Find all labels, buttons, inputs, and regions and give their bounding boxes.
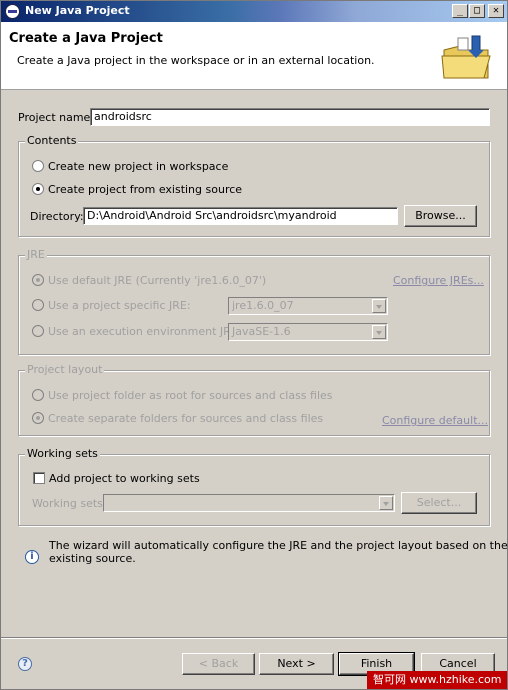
default-jre-radio[interactable] bbox=[32, 274, 44, 286]
execution-env-jre-label[interactable]: Use an execution environment JRE: bbox=[48, 325, 241, 338]
working-sets-combo[interactable] bbox=[103, 494, 395, 512]
add-to-working-sets-label[interactable]: Add project to working sets bbox=[49, 472, 200, 485]
back-button[interactable]: < Back bbox=[182, 653, 255, 675]
specific-jre-combo[interactable]: jre1.6.0_07 bbox=[228, 297, 388, 315]
chevron-down-icon[interactable] bbox=[379, 496, 393, 510]
default-jre-label[interactable]: Use default JRE (Currently 'jre1.6.0_07'… bbox=[48, 274, 266, 287]
chevron-down-icon[interactable] bbox=[372, 325, 386, 339]
minimize-button[interactable]: _ bbox=[452, 4, 468, 18]
specific-jre-value: jre1.6.0_07 bbox=[232, 299, 294, 312]
chevron-down-icon[interactable] bbox=[372, 299, 386, 313]
configure-default-link[interactable]: Configure default... bbox=[382, 414, 488, 427]
new-java-project-dialog: New Java Project _ □ ✕ Create a Java Pro… bbox=[0, 0, 508, 690]
maximize-button[interactable]: □ bbox=[469, 4, 485, 18]
jre-group-title: JRE bbox=[25, 248, 47, 261]
footer-separator bbox=[1, 637, 507, 639]
project-layout-group-title: Project layout bbox=[25, 363, 105, 376]
working-sets-group: Working sets bbox=[18, 447, 490, 526]
execution-env-value: JavaSE-1.6 bbox=[232, 325, 291, 338]
configure-jres-link[interactable]: Configure JREs... bbox=[393, 274, 484, 287]
specific-jre-label[interactable]: Use a project specific JRE: bbox=[48, 299, 191, 312]
close-button[interactable]: ✕ bbox=[488, 4, 504, 18]
execution-env-jre-radio[interactable] bbox=[32, 325, 44, 337]
execution-env-combo[interactable]: JavaSE-1.6 bbox=[228, 323, 388, 341]
browse-button[interactable]: Browse... bbox=[404, 205, 477, 227]
contents-group-title: Contents bbox=[25, 134, 79, 147]
directory-input[interactable]: D:\Android\Android Src\androidsrc\myandr… bbox=[83, 207, 398, 225]
next-button[interactable]: Next > bbox=[259, 653, 334, 675]
wizard-banner: Create a Java Project Create a Java proj… bbox=[1, 22, 507, 90]
add-to-working-sets-checkbox[interactable] bbox=[33, 472, 45, 484]
project-name-input[interactable]: androidsrc bbox=[90, 108, 490, 126]
eclipse-icon bbox=[5, 4, 20, 19]
title-bar[interactable]: New Java Project _ □ ✕ bbox=[1, 1, 507, 22]
info-icon: i bbox=[25, 550, 39, 564]
project-root-radio[interactable] bbox=[32, 389, 44, 401]
info-message-line1: The wizard will automatically configure … bbox=[49, 539, 508, 552]
separate-folders-radio[interactable] bbox=[32, 412, 44, 424]
working-sets-label: Working sets: bbox=[32, 497, 107, 510]
project-name-label: Project name: bbox=[18, 111, 95, 124]
specific-jre-radio[interactable] bbox=[32, 299, 44, 311]
help-icon[interactable]: ? bbox=[18, 657, 32, 671]
wizard-description: Create a Java project in the workspace o… bbox=[17, 54, 375, 67]
create-from-existing-radio[interactable] bbox=[32, 183, 44, 195]
watermark-banner: 智可网 www.hzhike.com bbox=[367, 671, 507, 689]
create-new-project-label[interactable]: Create new project in workspace bbox=[48, 160, 228, 173]
info-message-line2: existing source. bbox=[49, 552, 136, 565]
create-new-project-radio[interactable] bbox=[32, 160, 44, 172]
project-root-label[interactable]: Use project folder as root for sources a… bbox=[48, 389, 333, 402]
select-working-sets-button[interactable]: Select... bbox=[401, 492, 477, 514]
separate-folders-label[interactable]: Create separate folders for sources and … bbox=[48, 412, 323, 425]
new-java-project-wizard-icon bbox=[441, 35, 491, 79]
wizard-heading: Create a Java Project bbox=[9, 31, 163, 46]
directory-label: Directory: bbox=[30, 210, 84, 223]
working-sets-group-title: Working sets bbox=[25, 447, 100, 460]
create-from-existing-label[interactable]: Create project from existing source bbox=[48, 183, 242, 196]
window-title: New Java Project bbox=[25, 4, 130, 17]
